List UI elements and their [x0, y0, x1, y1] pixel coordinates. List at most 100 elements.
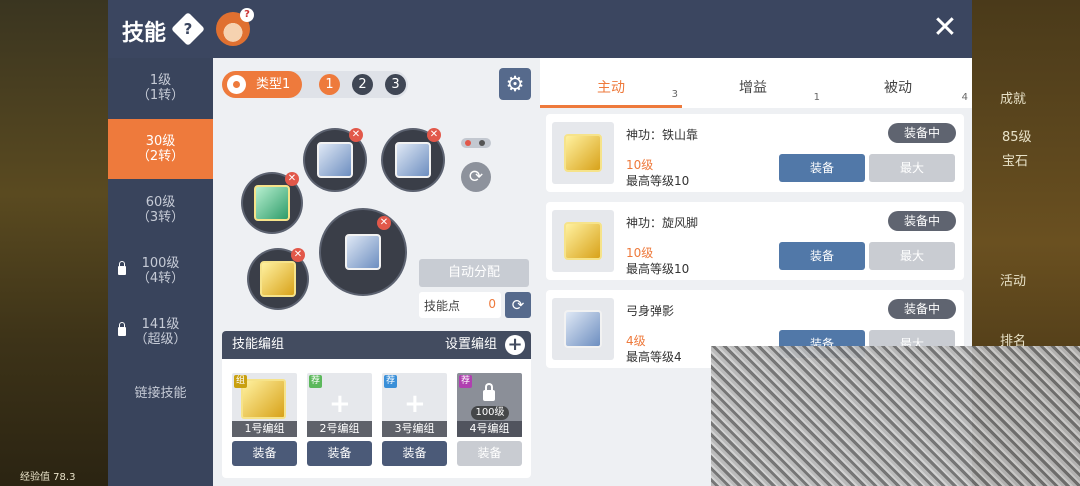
remove-icon[interactable]: ✕: [377, 216, 391, 230]
add-icon: +: [329, 389, 351, 419]
equip-group-3-button[interactable]: 装备: [382, 441, 447, 466]
skill-node-root[interactable]: ✕: [321, 210, 405, 294]
skill-level: 10级: [626, 158, 654, 172]
max-level-button: 最大: [869, 154, 955, 182]
lock-icon: [118, 261, 126, 275]
skill-points-label: 技能点: [424, 299, 461, 313]
mascot-help-icon[interactable]: ?: [216, 8, 254, 46]
window-header: 技能 ? ? ✕: [108, 0, 972, 58]
preset-type-button[interactable]: 类型1: [222, 71, 302, 98]
settings-gear-button[interactable]: ⚙: [499, 68, 531, 100]
recommend-tag: 荐: [384, 375, 397, 388]
recommend-tag: 荐: [309, 375, 322, 388]
skill-icon: [241, 379, 286, 419]
group-caption: 2号编组: [307, 421, 372, 437]
tab-active-skills[interactable]: 主动 3: [540, 58, 682, 108]
nav-item-lv30[interactable]: 30级 （2转）: [108, 119, 213, 179]
tab-passive-skills[interactable]: 被动 4: [824, 58, 972, 108]
skill-node[interactable]: ✕: [305, 128, 365, 190]
group-slot-3[interactable]: 荐 + 3号编组: [382, 373, 447, 437]
nav-item-lv1[interactable]: 1级 （1转）: [108, 58, 213, 118]
skill-card: 神功：旋风脚 10级 最高等级10 装备中 装备 最大: [546, 202, 964, 280]
skill-node[interactable]: ✕: [249, 248, 307, 308]
mascot-question-glyph: ?: [240, 8, 254, 22]
preset-2-button[interactable]: 2: [352, 74, 373, 95]
side-events[interactable]: 活动: [1000, 270, 1026, 289]
equip-group-2-button[interactable]: 装备: [307, 441, 372, 466]
nav-item-subtitle: （4转）: [136, 271, 185, 286]
remove-icon[interactable]: ✕: [291, 248, 305, 262]
preset-3-button[interactable]: 3: [385, 74, 406, 95]
game-background-left: [0, 0, 108, 486]
remove-icon[interactable]: ✕: [285, 172, 299, 186]
nav-item-lv141[interactable]: 141级 （超级）: [108, 302, 213, 362]
skill-icon-frame: [552, 210, 614, 272]
remove-icon[interactable]: ✕: [427, 128, 441, 142]
lock-icon: [483, 383, 495, 401]
preset-1-button[interactable]: 1: [319, 74, 340, 95]
skill-icon: [395, 142, 431, 178]
tab-count: 4: [961, 92, 968, 103]
equip-group-1-button[interactable]: 装备: [232, 441, 297, 466]
close-button[interactable]: ✕: [930, 13, 960, 44]
skill-name: 神功：铁山靠: [626, 128, 699, 142]
add-icon: +: [404, 389, 426, 419]
max-level-button: 最大: [869, 242, 955, 270]
skill-icon: [564, 222, 602, 260]
nav-item-lv60[interactable]: 60级 （3转）: [108, 180, 213, 240]
skill-icon: [317, 142, 353, 178]
skill-max-level: 最高等级10: [626, 262, 690, 276]
skill-tree-area: 类型1 1 2 3 ⚙ ✕ ✕ ✕ ✕ ✕ ⟳ 自动分配 技能点 0 ⟳ 技能编…: [213, 58, 540, 486]
nav-item-link-skills[interactable]: 链接技能: [108, 363, 213, 423]
remove-icon[interactable]: ✕: [349, 128, 363, 142]
nav-item-lv100[interactable]: 100级 （4转）: [108, 241, 213, 301]
reset-tree-icon[interactable]: ⟳: [461, 162, 491, 192]
tab-count: 1: [813, 92, 820, 103]
side-gem[interactable]: 宝石: [1002, 150, 1028, 169]
equip-group-4-button: 装备: [457, 441, 522, 466]
tab-label: 被动: [884, 80, 912, 96]
skill-groups-header: 技能编组 设置编组 +: [222, 331, 531, 359]
skill-level: 10级: [626, 246, 654, 260]
group-caption: 1号编组: [232, 421, 297, 437]
obscured-region: [711, 346, 1080, 486]
skill-icon: [564, 134, 602, 172]
nav-item-subtitle: （3转）: [136, 210, 185, 225]
preset-type-label: 类型1: [256, 77, 291, 92]
window-title: 技能: [122, 21, 167, 46]
tab-label: 增益: [739, 80, 767, 96]
nav-item-title: 60级: [145, 195, 176, 210]
side-achievement[interactable]: 成就: [1000, 88, 1026, 107]
skill-groups-panel: 技能编组 设置编组 + 组 1号编组 荐 + 2号编组 荐 + 3号编组 荐 1…: [222, 331, 531, 478]
skill-icon-frame: [552, 122, 614, 184]
equip-button[interactable]: 装备: [779, 242, 865, 270]
setup-groups-label[interactable]: 设置编组: [445, 331, 497, 359]
reset-points-icon[interactable]: ⟳: [505, 292, 531, 318]
equip-button[interactable]: 装备: [779, 154, 865, 182]
group-slot-2[interactable]: 荐 + 2号编组: [307, 373, 372, 437]
skill-groups-title: 技能编组: [232, 337, 285, 352]
tab-buff-skills[interactable]: 增益 1: [682, 58, 824, 108]
unlock-level: 100级: [471, 406, 509, 420]
nav-item-subtitle: （1转）: [136, 88, 185, 103]
skill-icon: [260, 261, 296, 297]
nav-item-subtitle: （2转）: [136, 149, 185, 164]
equipped-badge: 装备中: [888, 123, 956, 143]
auto-assign-button[interactable]: 自动分配: [419, 259, 529, 287]
lock-icon: [118, 322, 126, 336]
tab-label: 主动: [597, 80, 625, 96]
equipped-badge: 装备中: [888, 299, 956, 319]
add-group-icon[interactable]: +: [505, 335, 525, 355]
side-level: 85级: [1002, 130, 1032, 145]
help-icon[interactable]: ?: [171, 12, 205, 46]
page-indicator[interactable]: [461, 138, 491, 148]
group-tag: 组: [234, 375, 247, 388]
skill-node[interactable]: ✕: [243, 172, 301, 232]
group-slot-1[interactable]: 组 1号编组: [232, 373, 297, 437]
skill-icon: [564, 310, 602, 348]
job-level-nav: 1级 （1转） 30级 （2转） 60级 （3转） 100级 （4转） 141级…: [108, 58, 213, 486]
radio-icon: [227, 75, 246, 94]
skill-icon-frame: [552, 298, 614, 360]
skill-node[interactable]: ✕: [383, 128, 443, 190]
recommend-tag: 荐: [459, 375, 472, 388]
